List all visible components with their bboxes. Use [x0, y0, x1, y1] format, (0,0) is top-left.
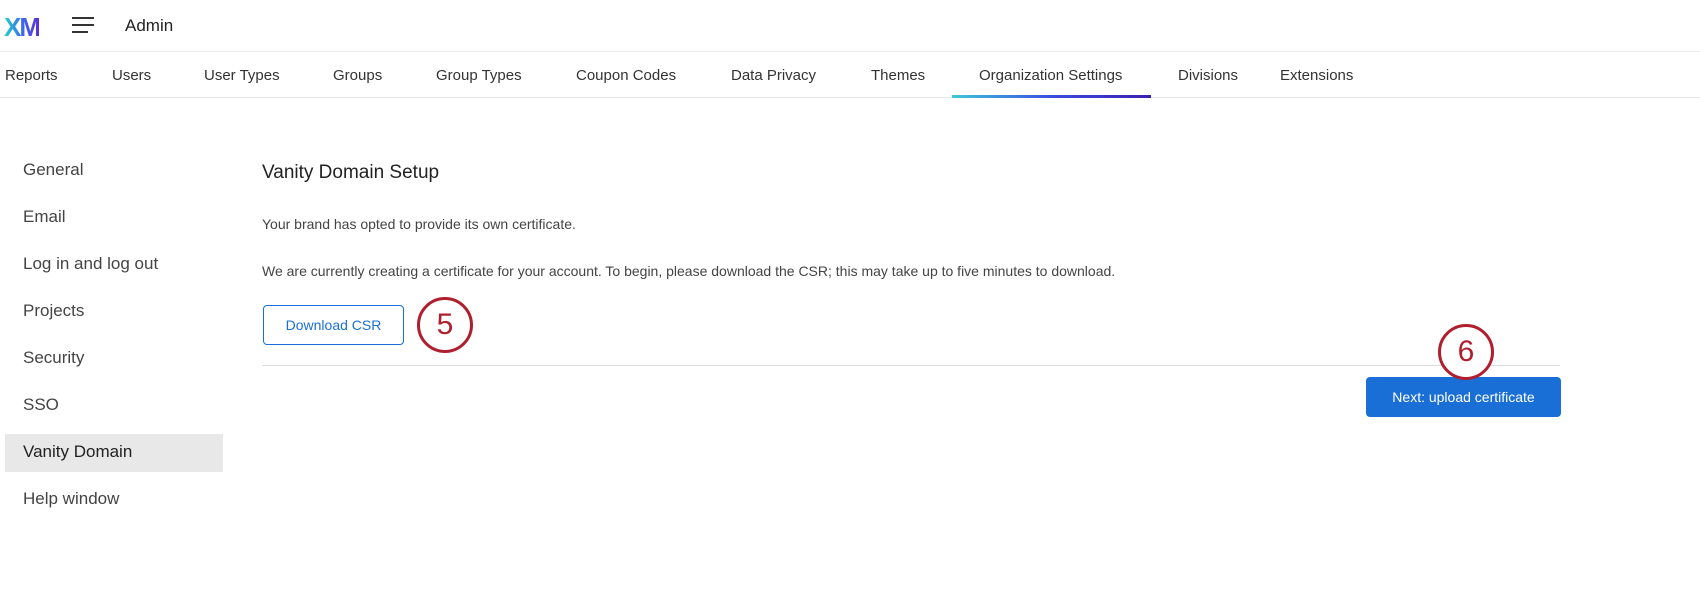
admin-tabs: Reports Users User Types Groups Group Ty…	[0, 52, 1700, 98]
certificate-info-text: Your brand has opted to provide its own …	[262, 216, 576, 232]
sidebar-item-email[interactable]: Email	[23, 207, 66, 227]
sidebar-item-sso[interactable]: SSO	[23, 395, 59, 415]
tab-themes[interactable]: Themes	[871, 67, 925, 84]
next-upload-certificate-button[interactable]: Next: upload certificate	[1366, 377, 1561, 417]
active-tab-indicator	[952, 95, 1151, 98]
sidebar-item-login-logout[interactable]: Log in and log out	[23, 254, 158, 274]
tab-divisions[interactable]: Divisions	[1178, 67, 1238, 84]
sidebar-item-vanity-domain[interactable]: Vanity Domain	[23, 442, 132, 462]
tab-users[interactable]: Users	[112, 67, 151, 84]
page-title: Admin	[125, 16, 174, 35]
tab-groups[interactable]: Groups	[333, 67, 382, 84]
tab-extensions[interactable]: Extensions	[1280, 67, 1353, 84]
sidebar-item-projects[interactable]: Projects	[23, 301, 84, 321]
tab-data-privacy[interactable]: Data Privacy	[731, 67, 816, 84]
tab-user-types[interactable]: User Types	[204, 67, 280, 84]
hamburger-menu-icon[interactable]	[72, 17, 94, 38]
section-title: Vanity Domain Setup	[262, 162, 440, 183]
csr-instructions-text: We are currently creating a certificate …	[262, 263, 1116, 279]
divider	[262, 365, 1560, 366]
step-6-annotation: 6	[1438, 324, 1494, 380]
step-5-annotation: 5	[417, 297, 473, 353]
tab-group-types[interactable]: Group Types	[436, 67, 522, 84]
download-csr-button[interactable]: Download CSR	[263, 305, 404, 345]
xm-logo[interactable]: XM	[4, 12, 41, 43]
sidebar-item-general[interactable]: General	[23, 160, 83, 180]
top-bar: XM Admin	[0, 0, 1700, 52]
tab-organization-settings[interactable]: Organization Settings	[979, 67, 1122, 84]
sidebar-item-help-window[interactable]: Help window	[23, 489, 119, 509]
sidebar-item-security[interactable]: Security	[23, 348, 84, 368]
tab-coupon-codes[interactable]: Coupon Codes	[576, 67, 676, 84]
tab-reports[interactable]: Reports	[5, 67, 58, 84]
